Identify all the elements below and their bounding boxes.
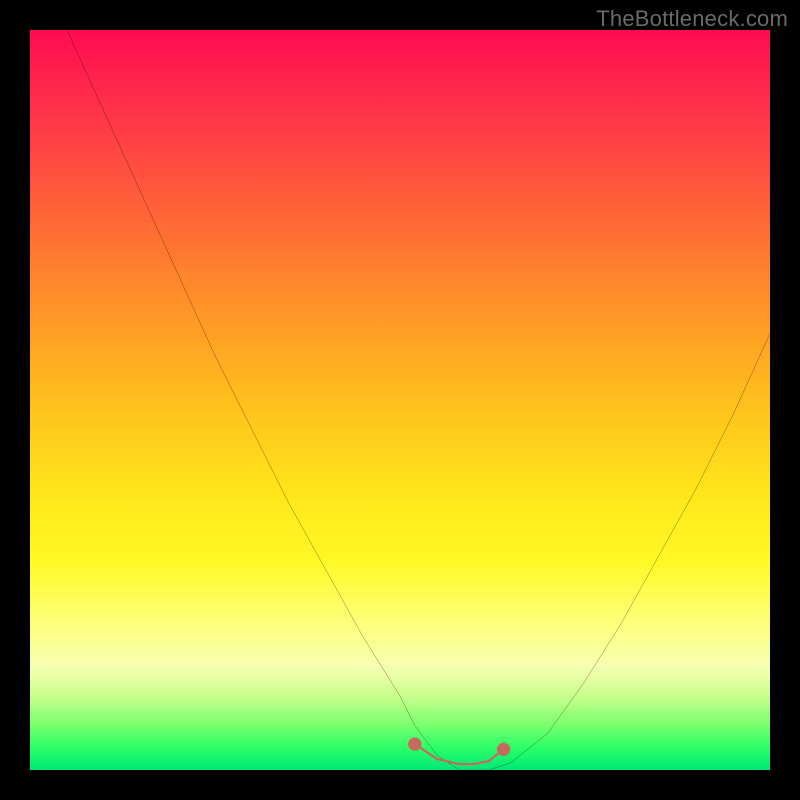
optimal-range-marker-path <box>415 744 504 764</box>
optimal-range-marker-start-dot <box>408 737 421 750</box>
bottleneck-curve-path <box>67 30 770 770</box>
plot-area <box>30 30 770 770</box>
optimal-range-marker-end-dot <box>497 743 510 756</box>
chart-stage: TheBottleneck.com <box>0 0 800 800</box>
attribution-watermark: TheBottleneck.com <box>596 6 788 32</box>
curve-layer <box>30 30 770 770</box>
